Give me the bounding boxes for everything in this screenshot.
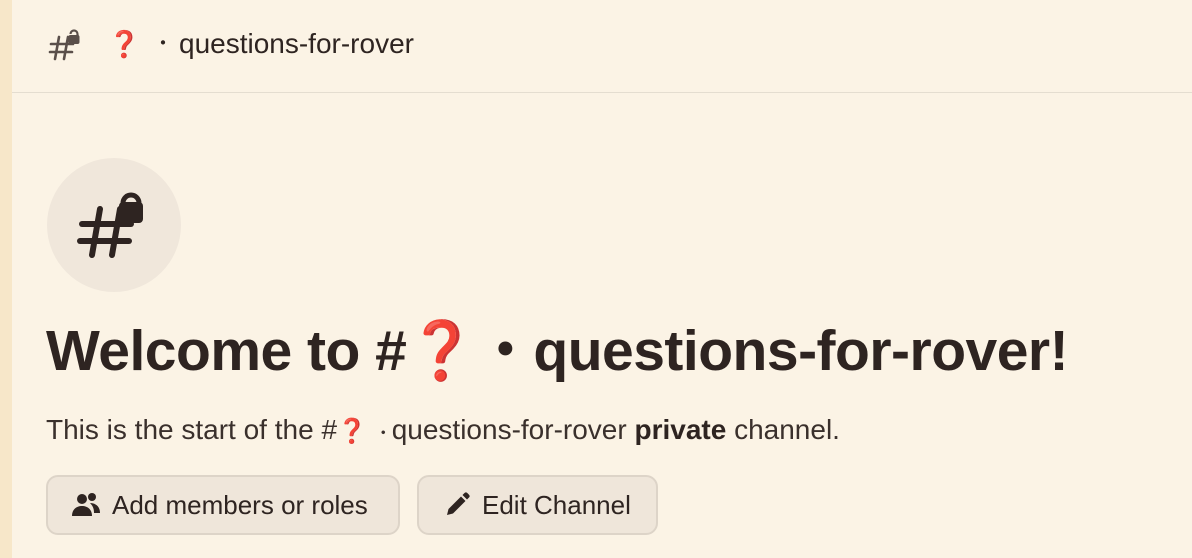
question-emoji: ❓ [337,418,367,445]
add-members-label: Add members or roles [112,489,368,520]
left-edge-strip [0,0,12,558]
pencil-icon [441,489,473,521]
welcome-title: Welcome to #❓・questions-for-rover! [46,312,1069,390]
edit-channel-label: Edit Channel [482,489,631,520]
edit-channel-button[interactable]: Edit Channel [417,475,658,535]
subtitle-channel-name: questions-for-rover [391,414,627,445]
separator-dot: ・ [153,33,173,55]
subtitle-prefix: This is the start of the # [46,414,338,445]
title-channel-name: questions-for-rover! [533,319,1069,383]
channel-avatar [47,158,181,292]
subtitle-suffix: channel. [734,414,840,445]
question-emoji: ❓ [108,29,141,59]
separator-dot: ・ [374,424,392,443]
channel-header: ❓ ・ questions-for-rover [12,0,1192,93]
question-emoji: ❓ [406,319,477,383]
separator-dot: ・ [476,319,534,383]
channel-name: questions-for-rover [179,28,414,59]
hashtag-lock-icon [74,183,154,268]
title-prefix: Welcome to # [46,319,407,383]
private-label: private [634,414,727,445]
welcome-subtitle: This is the start of the #❓ ・questions-f… [46,408,840,456]
add-members-button[interactable]: Add members or roles [46,475,400,535]
people-icon [70,489,102,521]
hashtag-lock-icon [48,27,82,61]
